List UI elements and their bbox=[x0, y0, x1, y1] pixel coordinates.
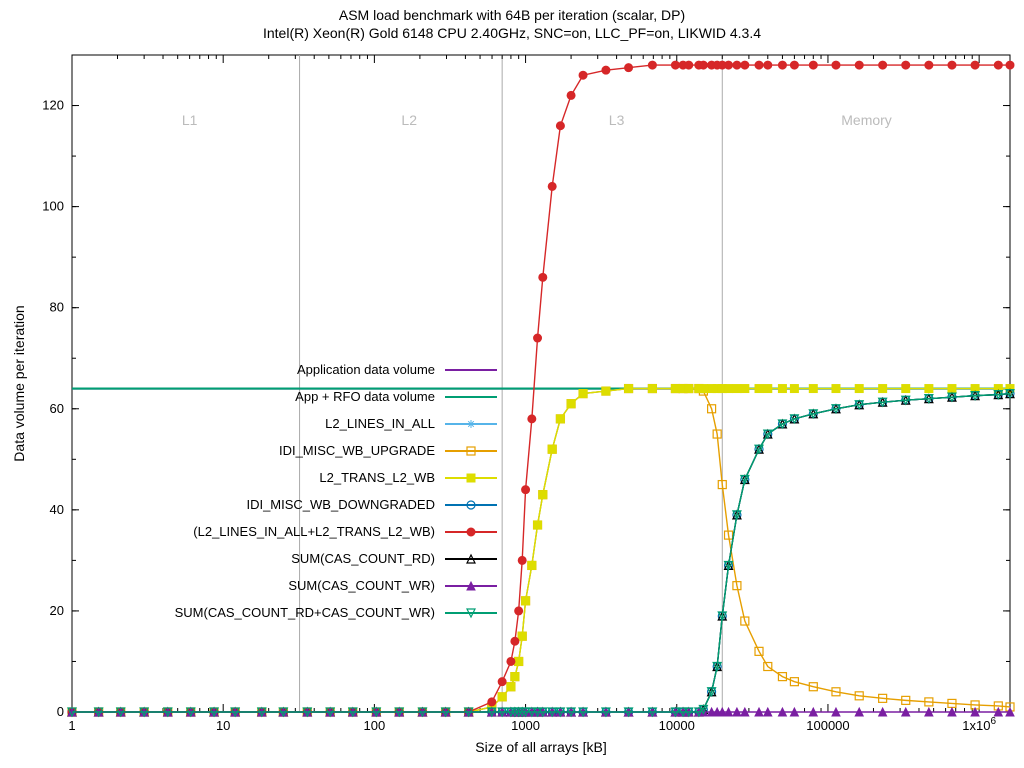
legend-label: IDI_MISC_WB_UPGRADE bbox=[279, 443, 435, 458]
ytick: 120 bbox=[42, 98, 64, 113]
series-line bbox=[72, 389, 1010, 712]
ytick: 0 bbox=[57, 704, 64, 719]
legend-label: IDI_MISC_WB_DOWNGRADED bbox=[246, 497, 435, 512]
region-label: L3 bbox=[609, 112, 625, 128]
series-line bbox=[72, 389, 1010, 712]
legend-label: Application data volume bbox=[297, 362, 435, 377]
legend-label: L2_TRANS_L2_WB bbox=[319, 470, 435, 485]
legend-label: (L2_LINES_IN_ALL+L2_TRANS_L2_WB) bbox=[193, 524, 435, 539]
series-line bbox=[72, 394, 1010, 712]
series-line bbox=[72, 394, 1010, 712]
chart-title: ASM load benchmark with 64B per iteratio… bbox=[339, 7, 685, 23]
region-label: L1 bbox=[182, 112, 198, 128]
region-label: Memory bbox=[841, 112, 892, 128]
xtick: 1x106 bbox=[962, 716, 996, 733]
series-line bbox=[72, 394, 1010, 712]
xlabel: Size of all arrays [kB] bbox=[475, 739, 607, 755]
chart-subtitle: Intel(R) Xeon(R) Gold 6148 CPU 2.40GHz, … bbox=[263, 25, 761, 41]
xtick: 10 bbox=[216, 718, 230, 733]
legend-label: SUM(CAS_COUNT_WR) bbox=[288, 578, 435, 593]
xtick: 1 bbox=[68, 718, 75, 733]
xtick: 100 bbox=[364, 718, 386, 733]
series-line bbox=[72, 389, 1010, 712]
legend-label: SUM(CAS_COUNT_RD+CAS_COUNT_WR) bbox=[175, 605, 435, 620]
ytick: 100 bbox=[42, 199, 64, 214]
ytick: 40 bbox=[50, 502, 64, 517]
ylabel: Data volume per iteration bbox=[11, 305, 27, 461]
legend-label: App + RFO data volume bbox=[295, 389, 435, 404]
ytick: 20 bbox=[50, 603, 64, 618]
ytick: 60 bbox=[50, 401, 64, 416]
region-label: L2 bbox=[401, 112, 417, 128]
xtick: 10000 bbox=[659, 718, 695, 733]
xtick: 100000 bbox=[806, 718, 849, 733]
xtick: 1000 bbox=[511, 718, 540, 733]
legend-label: SUM(CAS_COUNT_RD) bbox=[291, 551, 435, 566]
legend-label: L2_LINES_IN_ALL bbox=[325, 416, 435, 431]
ytick: 80 bbox=[50, 300, 64, 315]
